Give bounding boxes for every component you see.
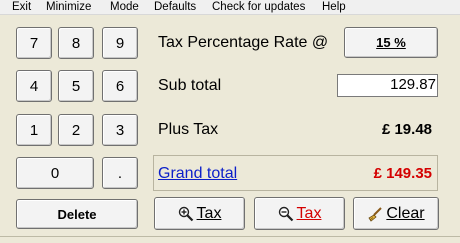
menu-mode[interactable]: Mode — [110, 0, 139, 14]
add-tax-label: Tax — [196, 204, 222, 222]
key-7[interactable]: 7 — [16, 27, 52, 59]
key-decimal[interactable]: . — [102, 157, 138, 189]
key-1[interactable]: 1 — [16, 114, 52, 146]
key-0[interactable]: 0 — [16, 157, 94, 189]
plus-tax-label: Plus Tax — [158, 121, 219, 138]
menu-check-updates[interactable]: Check for updates — [212, 0, 305, 14]
menu-exit[interactable]: Exit — [12, 0, 31, 14]
key-5[interactable]: 5 — [58, 70, 94, 102]
grand-total-link[interactable]: Grand total — [158, 165, 237, 183]
add-tax-button[interactable]: Tax — [154, 197, 245, 230]
remove-tax-button[interactable]: Tax — [254, 197, 345, 230]
key-8[interactable]: 8 — [58, 27, 94, 59]
subtotal-input[interactable]: 129.87 — [337, 74, 438, 97]
menu-minimize[interactable]: Minimize — [46, 0, 91, 14]
key-9[interactable]: 9 — [102, 27, 138, 59]
key-3[interactable]: 3 — [102, 114, 138, 146]
tax-rate-label: Tax Percentage Rate @ — [158, 34, 329, 51]
tax-rate-button[interactable]: 15 % — [344, 27, 438, 58]
key-6[interactable]: 6 — [102, 70, 138, 102]
delete-button[interactable]: Delete — [16, 199, 138, 229]
key-2[interactable]: 2 — [58, 114, 94, 146]
broom-icon — [367, 206, 383, 222]
menu-bar: Exit Minimize Mode Defaults Check for up… — [0, 0, 460, 15]
key-4[interactable]: 4 — [16, 70, 52, 102]
menu-help[interactable]: Help — [322, 0, 346, 14]
clear-button[interactable]: Clear — [353, 197, 439, 230]
subtotal-label: Sub total — [158, 77, 222, 94]
grand-total-value: £ 149.35 — [373, 165, 432, 182]
zoom-out-icon — [278, 206, 294, 222]
tax-rate-value: 15 % — [376, 35, 406, 50]
plus-tax-value: £ 19.48 — [381, 121, 432, 138]
remove-tax-label: Tax — [296, 204, 322, 222]
clear-label: Clear — [386, 204, 425, 222]
menu-defaults[interactable]: Defaults — [154, 0, 196, 14]
zoom-in-icon — [178, 206, 194, 222]
